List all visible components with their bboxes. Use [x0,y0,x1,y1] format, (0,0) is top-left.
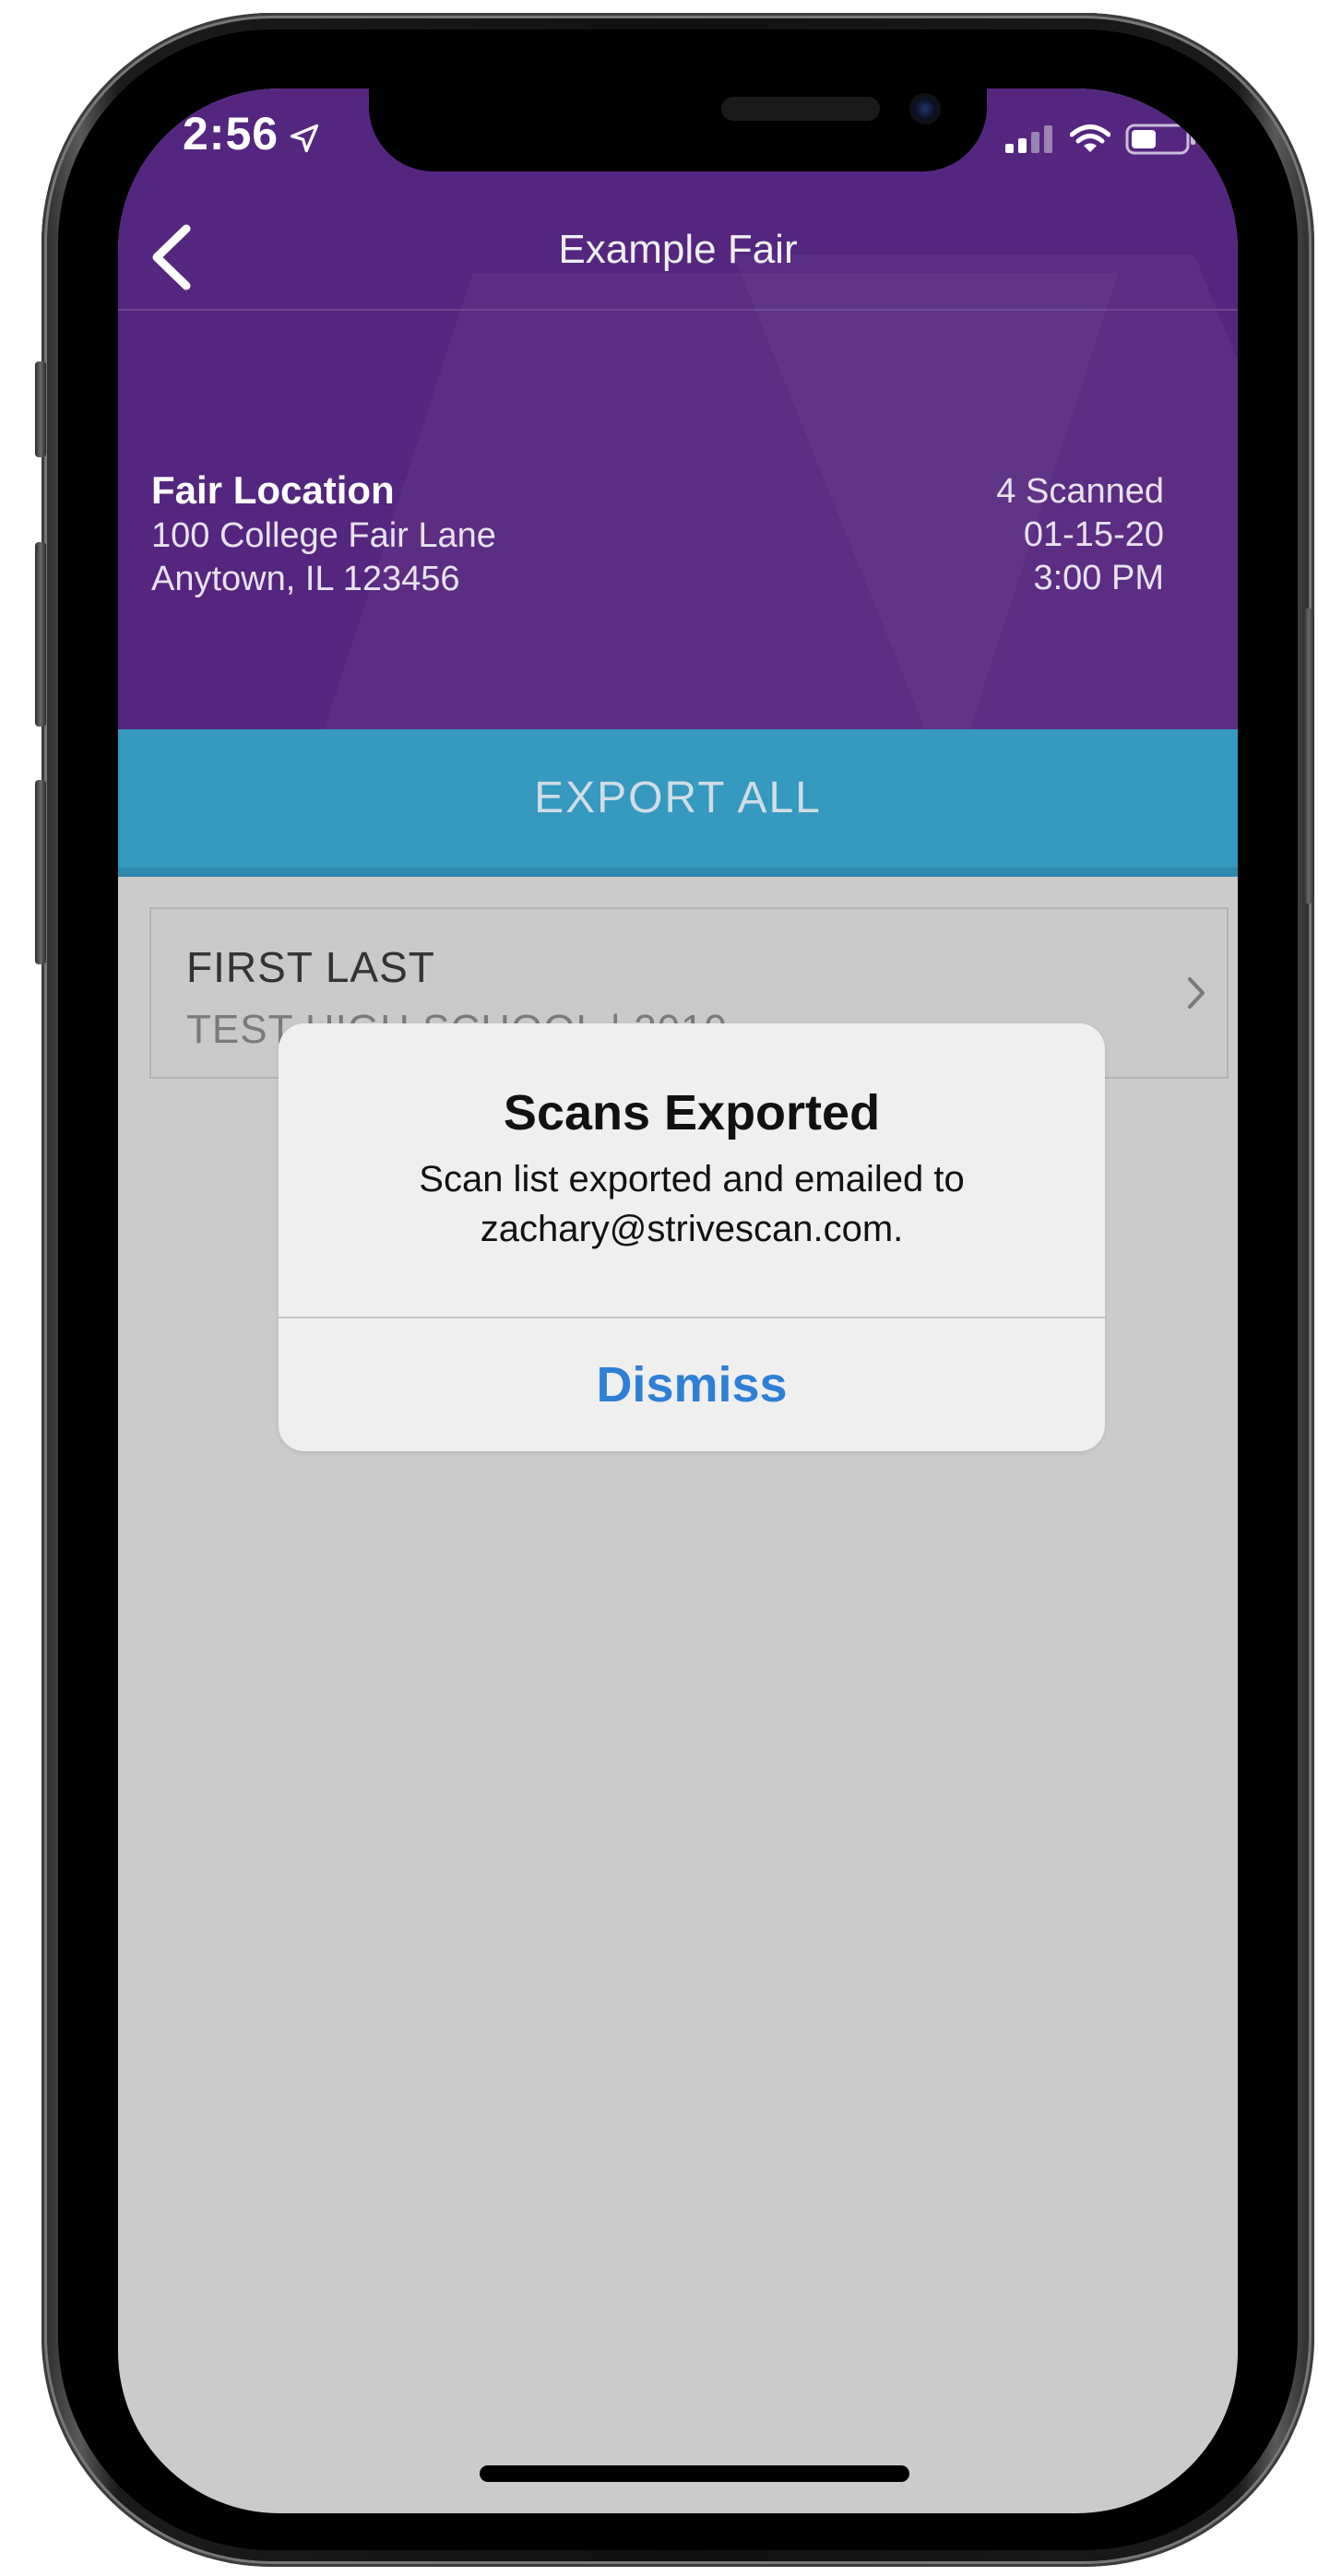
wifi-icon [1070,124,1110,152]
earpiece-speaker [721,97,880,121]
scans-exported-alert: Scans Exported Scan list exported and em… [279,1023,1105,1451]
export-all-button[interactable]: EXPORT ALL [118,729,1238,877]
power-button [1303,609,1314,904]
fair-location-name: Fair Location [151,468,395,512]
home-indicator[interactable] [480,2465,909,2482]
volume-down-button [35,780,46,964]
location-arrow-icon [290,124,319,153]
alert-message-line1: Scan list exported and emailed to [419,1159,965,1199]
scanned-count: 4 Scanned [996,472,1164,511]
dismiss-button[interactable]: Dismiss [279,1318,1105,1451]
volume-up-button [35,542,46,727]
fair-date: 01-15-20 [1023,515,1164,554]
mute-switch [35,361,46,457]
fair-header: 2:56 Example Fair Fair Location 100 Coll… [118,89,1238,729]
fair-address-line1: 100 College Fair Lane [151,516,496,555]
phone-screen: 2:56 Example Fair Fair Location 100 Coll… [118,89,1238,2513]
student-name: FIRST LAST [186,943,435,991]
chevron-right-icon [1188,977,1205,1009]
fair-location-info: Fair Location 100 College Fair Lane Anyt… [151,467,496,601]
fair-stats: 4 Scanned 01-15-20 3:00 PM [996,470,1164,600]
device-notch [369,89,987,171]
alert-message-line2: zachary@strivescan.com. [480,1209,904,1249]
fair-time: 3:00 PM [1033,559,1164,597]
page-title: Example Fair [558,227,798,272]
alert-title: Scans Exported [503,1085,881,1140]
status-time: 2:56 [183,108,279,160]
cellular-signal-icon [1005,125,1052,153]
nav-divider [118,309,1238,311]
front-camera [909,93,941,124]
fair-address-line2: Anytown, IL 123456 [151,560,460,598]
battery-icon [1125,124,1195,155]
status-indicators [1005,124,1197,155]
alert-message: Scan list exported and emailed to zachar… [315,1154,1068,1254]
